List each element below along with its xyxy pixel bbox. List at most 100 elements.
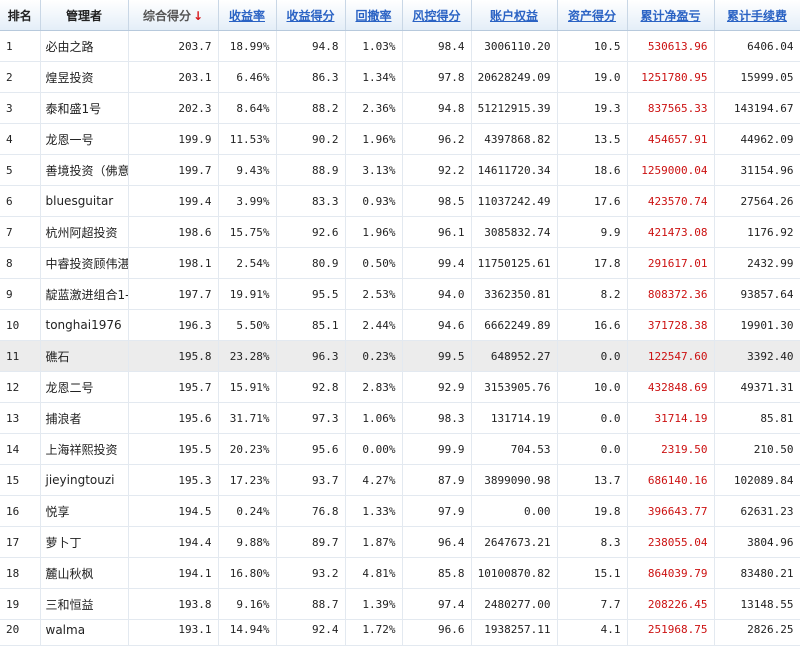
cell-cum-pnl: 1259000.04 (627, 154, 715, 186)
cell-equity: 704.53 (471, 433, 558, 465)
cell-manager[interactable]: 必由之路 (40, 30, 129, 62)
cell-score: 194.5 (128, 495, 219, 527)
cell-equity: 11750125.61 (471, 247, 558, 279)
cell-risk-score: 97.8 (402, 61, 472, 93)
cell-risk-score: 98.5 (402, 185, 472, 217)
cell-rank: 9 (0, 278, 41, 310)
header-equity-sort[interactable]: 账户权益 (471, 0, 558, 31)
cell-equity: 3085832.74 (471, 216, 558, 248)
header-drawdown-sort[interactable]: 回撤率 (345, 0, 403, 31)
cell-equity: 2647673.21 (471, 526, 558, 558)
cell-return-score: 94.8 (276, 30, 346, 62)
cell-asset-score: 17.6 (557, 185, 628, 217)
cell-asset-score: 9.9 (557, 216, 628, 248)
table-row: 13 捕浪者 195.6 31.71% 97.3 1.06% 98.3 131714.19 0.… (0, 402, 800, 434)
cell-asset-score: 17.8 (557, 247, 628, 279)
cell-equity: 1938257.11 (471, 619, 558, 646)
cell-drawdown: 3.13% (345, 154, 403, 186)
cell-cum-pnl: 208226.45 (627, 588, 715, 620)
cell-cum-pnl: 1251780.95 (627, 61, 715, 93)
cell-drawdown: 2.44% (345, 309, 403, 341)
cell-cum-pnl: 122547.60 (627, 340, 715, 372)
cell-cum-fee: 62631.23 (714, 495, 800, 527)
header-score-label: 综合得分 (142, 8, 191, 23)
cell-rank: 8 (0, 247, 41, 279)
cell-cum-pnl: 530613.96 (627, 30, 715, 62)
cell-rank: 7 (0, 216, 41, 248)
cell-score: 203.7 (128, 30, 219, 62)
cell-risk-score: 96.6 (402, 619, 472, 646)
cell-risk-score: 94.6 (402, 309, 472, 341)
cell-cum-fee: 31154.96 (714, 154, 800, 186)
header-cum-pnl-sort[interactable]: 累计净盈亏 (627, 0, 715, 31)
cell-manager[interactable]: 萝卜丁 (40, 526, 129, 558)
cell-risk-score: 97.9 (402, 495, 472, 527)
cell-manager[interactable]: tonghai1976 (40, 309, 129, 341)
cell-risk-score: 99.4 (402, 247, 472, 279)
ranking-table: 排名 管理者 综合得分 ↓ 收益率 收益得分 回撤率 风控得分 账户权益 资产得分… (0, 0, 800, 646)
cell-manager[interactable]: 善境投资（佛意 (40, 154, 129, 186)
cell-asset-score: 19.3 (557, 92, 628, 124)
cell-manager[interactable]: 麓山秋枫 (40, 557, 129, 589)
cell-manager[interactable]: 礁石 (40, 340, 129, 372)
cell-rank: 6 (0, 185, 41, 217)
cell-risk-score: 92.2 (402, 154, 472, 186)
cell-drawdown: 1.06% (345, 402, 403, 434)
cell-asset-score: 13.5 (557, 123, 628, 155)
cell-manager[interactable]: 龙恩二号 (40, 371, 129, 403)
cell-return-score: 86.3 (276, 61, 346, 93)
cell-asset-score: 8.3 (557, 526, 628, 558)
cell-cum-pnl: 251968.75 (627, 619, 715, 646)
cell-manager[interactable]: jieyingtouzi (40, 464, 129, 496)
header-cum-fee-sort[interactable]: 累计手续费 (714, 0, 800, 31)
cell-rank: 15 (0, 464, 41, 496)
cell-manager[interactable]: 靛蓝激进组合1- (40, 278, 129, 310)
cell-return-score: 88.9 (276, 154, 346, 186)
cell-rank: 17 (0, 526, 41, 558)
header-cum-fee-label: 累计手续费 (726, 8, 787, 23)
cell-return-rate: 19.91% (218, 278, 277, 310)
cell-return-score: 88.2 (276, 92, 346, 124)
cell-manager[interactable]: walma (40, 619, 129, 646)
cell-return-rate: 14.94% (218, 619, 277, 646)
cell-score: 194.1 (128, 557, 219, 589)
cell-manager[interactable]: 捕浪者 (40, 402, 129, 434)
cell-cum-pnl: 864039.79 (627, 557, 715, 589)
cell-asset-score: 18.6 (557, 154, 628, 186)
cell-risk-score: 99.5 (402, 340, 472, 372)
cell-manager[interactable]: 龙恩一号 (40, 123, 129, 155)
cell-rank: 14 (0, 433, 41, 465)
cell-cum-fee: 27564.26 (714, 185, 800, 217)
cell-cum-fee: 3392.40 (714, 340, 800, 372)
cell-cum-pnl: 371728.38 (627, 309, 715, 341)
cell-rank: 2 (0, 61, 41, 93)
table-row: 6 bluesguitar 199.4 3.99% 83.3 0.93% 98.5 11037… (0, 185, 800, 217)
cell-drawdown: 1.34% (345, 61, 403, 93)
cell-cum-fee: 44962.09 (714, 123, 800, 155)
cell-rank: 5 (0, 154, 41, 186)
cell-score: 194.4 (128, 526, 219, 558)
header-asset-score-sort[interactable]: 资产得分 (557, 0, 628, 31)
cell-return-score: 92.6 (276, 216, 346, 248)
cell-manager[interactable]: 杭州阿超投资 (40, 216, 129, 248)
cell-manager[interactable]: bluesguitar (40, 185, 129, 217)
cell-manager[interactable]: 上海祥熙投资 (40, 433, 129, 465)
cell-risk-score: 97.4 (402, 588, 472, 620)
header-score-sort[interactable]: 综合得分 ↓ (128, 0, 219, 31)
table-row: 17 萝卜丁 194.4 9.88% 89.7 1.87% 96.4 2647673.21 8.… (0, 526, 800, 558)
header-return-score-sort[interactable]: 收益得分 (276, 0, 346, 31)
cell-manager[interactable]: 悦享 (40, 495, 129, 527)
header-risk-score-sort[interactable]: 风控得分 (402, 0, 472, 31)
table-row: 4 龙恩一号 199.9 11.53% 90.2 1.96% 96.2 4397868.82 1… (0, 123, 800, 155)
header-return-rate-sort[interactable]: 收益率 (218, 0, 277, 31)
cell-manager[interactable]: 泰和盛1号 (40, 92, 129, 124)
cell-manager[interactable]: 煌昱投资 (40, 61, 129, 93)
cell-risk-score: 98.3 (402, 402, 472, 434)
cell-score: 199.4 (128, 185, 219, 217)
cell-cum-pnl: 454657.91 (627, 123, 715, 155)
cell-manager[interactable]: 三和恒益 (40, 588, 129, 620)
cell-manager[interactable]: 中睿投资顾伟湛 (40, 247, 129, 279)
cell-equity: 4397868.82 (471, 123, 558, 155)
cell-return-score: 88.7 (276, 588, 346, 620)
cell-cum-fee: 2826.25 (714, 619, 800, 646)
